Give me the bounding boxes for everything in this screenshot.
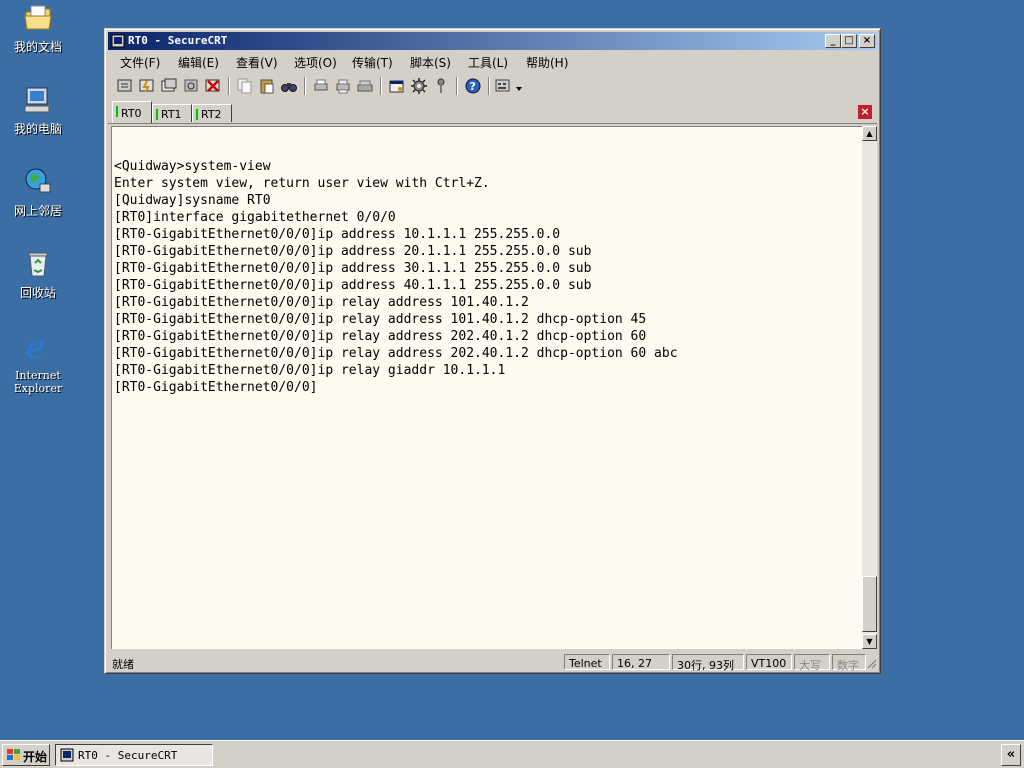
tab-label: RT2 (201, 108, 222, 121)
desktop-icon-label: Internet Explorer (13, 369, 63, 395)
print-icon[interactable] (312, 77, 330, 95)
internet-explorer-icon: e (26, 328, 45, 366)
session-tabs: RT0 RT1 RT2 × (108, 101, 877, 124)
tab-status-indicator (156, 109, 158, 120)
desktop-icon-network[interactable]: 网上邻居 (0, 166, 76, 218)
printer-setup-icon[interactable] (356, 77, 374, 95)
status-caps-lock: 大写 (794, 654, 830, 672)
status-protocol: Telnet (564, 654, 610, 670)
menu-bar: 文件(F) 编辑(E) 查看(V) 选项(O) 传输(T) 脚本(S) 工具(L… (108, 51, 877, 71)
tab-rt1[interactable]: RT1 (152, 104, 192, 122)
menu-options[interactable]: 选项(O) (294, 54, 337, 71)
toolbar-separator (456, 77, 458, 95)
securecrt-window: RT0 - SecureCRT _ □ × 文件(F) 编辑(E) 查看(V) … (104, 28, 881, 674)
toolbar-separator (380, 77, 382, 95)
minimize-button[interactable]: _ (825, 34, 841, 48)
toolbar-overflow-icon[interactable] (514, 77, 524, 95)
find-icon[interactable] (280, 77, 298, 95)
folder-icon (24, 5, 52, 30)
close-tab-icon[interactable]: × (858, 105, 872, 119)
taskbar: 开始 RT0 - SecureCRT « (0, 740, 1024, 768)
menu-file[interactable]: 文件(F) (120, 54, 160, 71)
menu-view[interactable]: 查看(V) (236, 54, 278, 71)
scroll-thumb[interactable] (862, 576, 877, 632)
menu-script[interactable]: 脚本(S) (410, 54, 451, 71)
paste-icon[interactable] (258, 77, 276, 95)
status-cursor-position: 16, 27 (612, 654, 670, 670)
terminal-text: <Quidway>system-view Enter system view, … (114, 159, 678, 395)
print-selection-icon[interactable] (334, 77, 352, 95)
status-emulation: VT100 (746, 654, 792, 670)
recycle-bin-icon (28, 252, 48, 277)
svg-text:?: ? (470, 80, 476, 93)
resize-grip-icon[interactable] (865, 657, 877, 669)
tab-label: RT1 (161, 108, 182, 121)
tab-status-indicator (196, 109, 198, 120)
desktop-icon-label: 网上邻居 (13, 204, 62, 218)
global-options-icon[interactable] (410, 77, 428, 95)
scroll-up-button[interactable]: ▲ (862, 126, 877, 141)
vertical-scrollbar[interactable]: ▲ ▼ (862, 126, 877, 649)
computer-icon (24, 87, 50, 113)
taskbar-securecrt-button[interactable]: RT0 - SecureCRT (55, 744, 213, 766)
keymap-icon[interactable] (494, 77, 512, 95)
securecrt-app-icon (60, 748, 74, 762)
close-button[interactable]: × (859, 34, 875, 48)
svg-text:e: e (26, 330, 45, 362)
toolbar-separator (488, 77, 490, 95)
desktop-icon-my-documents[interactable]: 我的文档 (0, 2, 76, 54)
menu-tools[interactable]: 工具(L) (468, 54, 508, 71)
connect-icon[interactable] (116, 77, 134, 95)
taskbar-button-label: RT0 - SecureCRT (78, 749, 178, 762)
help-icon[interactable]: ? (464, 77, 482, 95)
tab-rt0[interactable]: RT0 (112, 101, 152, 123)
quick-connect-icon[interactable] (138, 77, 156, 95)
network-globe-icon (25, 168, 51, 193)
maximize-button[interactable]: □ (841, 34, 857, 48)
toolbar-separator (228, 77, 230, 95)
tab-status-indicator (116, 106, 118, 117)
status-terminal-size: 30行, 93列 (672, 654, 744, 672)
securecrt-app-icon (111, 34, 125, 48)
session-options-icon[interactable] (388, 77, 406, 95)
start-label: 开始 (23, 750, 48, 764)
tab-label: RT0 (121, 107, 142, 120)
toolbar-separator (304, 77, 306, 95)
title-bar[interactable]: RT0 - SecureCRT _ □ × (108, 32, 877, 50)
status-ready: 就绪 (112, 658, 134, 671)
start-button[interactable]: 开始 (2, 744, 50, 766)
windows-logo-icon (7, 749, 20, 760)
desktop-icon-label: 回收站 (19, 286, 56, 300)
tray-expand-button[interactable]: « (1001, 744, 1021, 766)
desktop-icon-recycle-bin[interactable]: 回收站 (0, 248, 76, 300)
desktop-icon-internet-explorer[interactable]: e Internet Explorer (0, 328, 76, 395)
status-bar: 就绪 Telnet 16, 27 30行, 93列 VT100 大写 数字 (108, 653, 877, 672)
copy-icon[interactable] (236, 77, 254, 95)
key-icon[interactable] (432, 77, 450, 95)
window-title: RT0 - SecureCRT (128, 34, 228, 47)
connect-tab-icon[interactable] (160, 77, 178, 95)
desktop-icon-my-computer[interactable]: 我的电脑 (0, 84, 76, 136)
reconnect-icon[interactable] (182, 77, 200, 95)
tab-rt2[interactable]: RT2 (192, 104, 232, 122)
disconnect-icon[interactable] (204, 77, 222, 95)
desktop-icon-label: 我的文档 (13, 40, 62, 54)
desktop-icon-label: 我的电脑 (13, 122, 62, 136)
terminal-output[interactable]: <Quidway>system-view Enter system view, … (111, 126, 862, 649)
scroll-down-button[interactable]: ▼ (862, 634, 877, 649)
menu-transfer[interactable]: 传输(T) (352, 54, 393, 71)
toolbar: ? (108, 74, 877, 100)
status-num-lock: 数字 (832, 654, 866, 672)
menu-help[interactable]: 帮助(H) (526, 54, 568, 71)
menu-edit[interactable]: 编辑(E) (178, 54, 219, 71)
